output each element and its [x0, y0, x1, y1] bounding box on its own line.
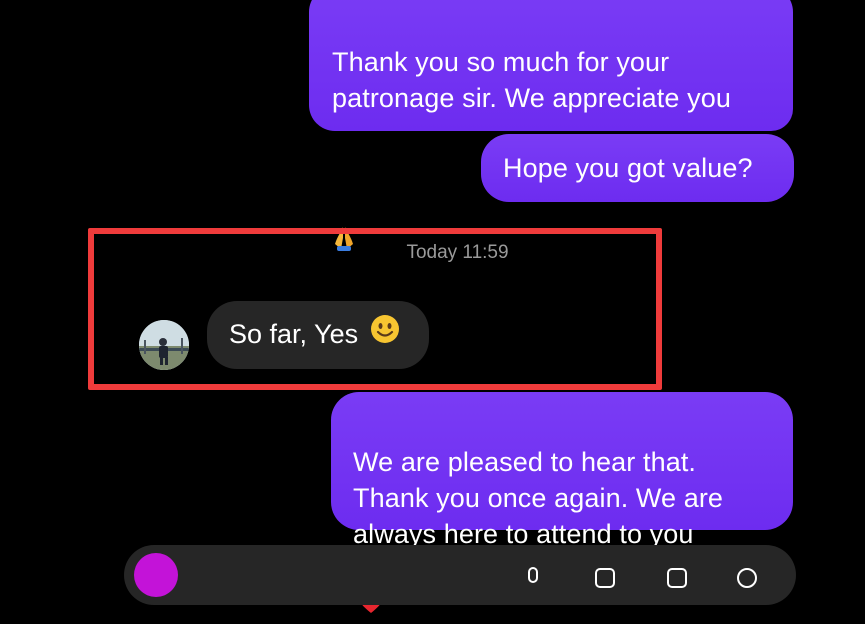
image-icon[interactable]	[594, 567, 616, 589]
sent-message-bubble[interactable]: We are pleased to hear that. Thank you o…	[331, 392, 793, 613]
slightly-smiling-face-emoji-icon	[366, 315, 400, 351]
microphone-icon[interactable]	[522, 567, 544, 589]
sticker-icon[interactable]	[666, 567, 688, 589]
add-icon[interactable]	[736, 567, 758, 589]
message-text: Thank you so much for your patronage sir…	[332, 47, 731, 113]
message-text: We are pleased to hear that. Thank you o…	[353, 447, 724, 549]
sent-message-bubble[interactable]: Hope you got value?	[481, 134, 794, 202]
camera-button[interactable]	[134, 553, 178, 597]
message-text: Hope you got value?	[503, 153, 753, 183]
contact-avatar[interactable]	[139, 320, 189, 370]
received-message-bubble[interactable]: So far, Yes	[207, 301, 429, 369]
message-timestamp: Today 11:59	[406, 242, 509, 263]
sent-message-bubble[interactable]: Thank you so much for your patronage sir…	[309, 0, 793, 251]
message-text: So far, Yes	[229, 319, 359, 349]
message-input-bar[interactable]	[124, 545, 796, 605]
